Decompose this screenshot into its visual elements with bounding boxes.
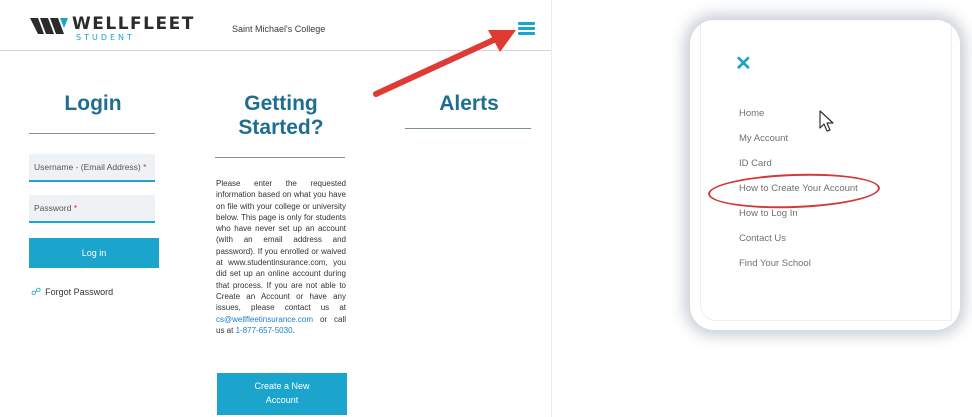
brand-subtitle: STUDENT xyxy=(76,33,135,42)
getting-started-title-line2: Started? xyxy=(238,116,324,139)
brand-logo[interactable]: WELLFLEET STUDENT xyxy=(30,12,193,46)
info-text-part1: Please enter the requested information b… xyxy=(216,179,346,313)
required-mark: * xyxy=(143,162,147,172)
close-icon[interactable]: ✕ xyxy=(735,54,752,74)
login-title: Login xyxy=(64,92,122,115)
menu-item-id-card[interactable]: ID Card xyxy=(739,158,772,169)
hamburger-menu-icon[interactable] xyxy=(518,22,535,35)
forgot-password-label: Forgot Password xyxy=(45,287,114,297)
password-placeholder: Password xyxy=(34,203,72,213)
password-field[interactable]: Password * xyxy=(29,195,155,223)
login-divider xyxy=(29,133,155,134)
wellfleet-logo-icon xyxy=(30,18,68,34)
alerts-divider xyxy=(405,128,531,129)
info-text-end: . xyxy=(292,325,295,335)
support-phone-link[interactable]: 1-877-657-5030 xyxy=(236,326,293,335)
menu-item-home[interactable]: Home xyxy=(739,108,764,119)
required-mark: * xyxy=(73,203,78,213)
mouse-pointer-icon xyxy=(819,110,834,132)
getting-started-title: Getting Started? xyxy=(215,92,347,140)
college-name: Saint Michael's College xyxy=(232,24,326,34)
getting-started-title-line1: Getting xyxy=(244,92,318,115)
support-email-link[interactable]: cs@wellfleetinsurance.com xyxy=(216,315,313,324)
website-screenshot: WELLFLEET STUDENT Saint Michael's Colleg… xyxy=(0,0,552,417)
getting-started-text: Please enter the requested information b… xyxy=(216,178,346,336)
create-account-label-line2: Account xyxy=(265,395,299,405)
login-button[interactable]: Log in xyxy=(29,238,159,268)
menu-item-find-school[interactable]: Find Your School xyxy=(739,258,811,269)
username-field[interactable]: Username - (Email Address) * xyxy=(29,154,155,182)
menu-item-log-in[interactable]: How to Log In xyxy=(739,208,798,219)
link-icon: ☍ xyxy=(31,287,42,298)
create-account-button[interactable]: Create a New Account xyxy=(217,373,347,415)
mobile-menu: ✕ Home My Account ID Card How to Create … xyxy=(700,20,952,321)
username-placeholder: Username - (Email Address) xyxy=(34,162,141,172)
red-arrow-annotation xyxy=(373,30,516,97)
forgot-password-link[interactable]: ☍ Forgot Password xyxy=(31,287,113,298)
menu-item-my-account[interactable]: My Account xyxy=(739,133,788,144)
create-account-label-line1: Create a New xyxy=(254,381,310,391)
menu-item-contact-us[interactable]: Contact Us xyxy=(739,233,786,244)
getting-started-divider xyxy=(215,157,345,158)
brand-name: WELLFLEET xyxy=(72,14,195,34)
